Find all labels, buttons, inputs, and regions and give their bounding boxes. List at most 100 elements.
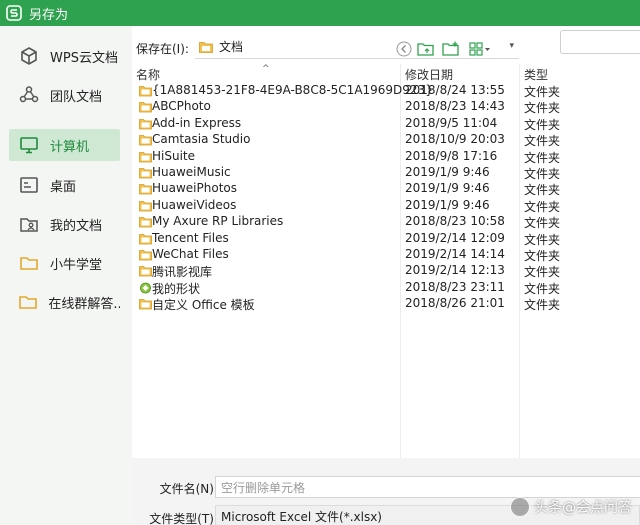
file-name: 腾讯影视库 [152,265,213,280]
file-date: 2018/8/23 10:58 [405,214,505,229]
folder-icon [139,184,152,195]
file-name: {1A881453-21F8-4E9A-B8C8-5C1A1969D923} [152,83,433,97]
file-type: 文件夹 [524,134,561,149]
table-row[interactable]: Camtasia Studio 2018/10/9 20:03 文件夹 [132,132,640,148]
filetype-label: 文件类型(T): [149,512,218,525]
file-type: 文件夹 [524,150,561,165]
sidebar-item-label: 在线群解答... [48,296,120,312]
table-row[interactable]: HuaweiPhotos 2019/1/9 9:46 文件夹 [132,181,640,197]
table-row[interactable]: {1A881453-21F8-4E9A-B8C8-5C1A1969D923} 20… [132,83,640,99]
new-folder-button[interactable] [441,40,461,58]
folder-icon [139,168,152,179]
table-row[interactable]: WeChat Files 2019/2/14 14:14 文件夹 [132,247,640,263]
file-date: 2018/8/24 13:55 [405,83,505,97]
back-arrow-icon [396,41,412,57]
sidebar-item-desktop[interactable]: 桌面 [9,169,120,201]
sidebar-item-label: 团队文档 [50,89,103,105]
table-row[interactable]: Add-in Express 2018/9/5 11:04 文件夹 [132,116,640,132]
folder-icon [139,217,152,228]
file-type: 文件夹 [524,183,561,198]
file-name: 我的形状 [152,281,201,296]
file-date: 2018/8/23 14:43 [405,99,505,114]
watermark-logo-icon [510,497,530,517]
up-folder-icon [417,43,434,56]
table-row[interactable]: ABCPhoto 2018/8/23 14:43 文件夹 [132,99,640,115]
sidebar-item-label: 我的文档 [50,218,103,234]
file-name: HuaweiVideos [152,197,237,212]
file-date: 2018/8/26 21:01 [405,296,505,311]
file-name: HuaweiPhotos [152,181,237,196]
search-input[interactable] [560,30,640,54]
file-type: 文件夹 [524,298,561,313]
sidebar-item-online-qa[interactable]: 在线群解答... [9,286,120,318]
location-text: 文档 [219,40,244,54]
column-header-name[interactable]: 名称 [136,66,160,84]
my-documents-icon [18,213,40,235]
back-button[interactable] [394,40,414,58]
sidebar-item-label: 计算机 [50,139,90,155]
file-name: ABCPhoto [152,99,211,114]
table-row[interactable]: HuaweiMusic 2019/1/9 9:46 文件夹 [132,165,640,181]
folder-icon [139,86,152,97]
sort-ascending-icon: ^ [262,64,270,74]
sidebar-item-my-documents[interactable]: 我的文档 [9,208,120,240]
file-name: 自定义 Office 模板 [152,298,255,313]
sidebar-item-wps-cloud[interactable]: WPS云文档 [9,40,120,72]
file-name: Add-in Express [152,115,242,130]
file-name: HiSuite [152,148,196,163]
file-type: 文件夹 [524,101,561,116]
column-header-type[interactable]: 类型 [524,66,548,84]
sidebar-item-computer[interactable]: 计算机 [9,129,120,161]
file-type: 文件夹 [524,167,561,181]
folder-icon [139,151,152,162]
shapes-folder-icon [140,282,151,294]
table-row[interactable]: HuaweiVideos 2019/1/9 9:46 文件夹 [132,198,640,214]
file-date: 2018/9/8 17:16 [405,148,498,163]
table-row[interactable]: My Axure RP Libraries 2018/8/23 10:58 文件夹 [132,214,640,230]
monitor-icon [18,134,40,156]
file-type: 文件夹 [524,85,561,99]
up-folder-button[interactable] [416,40,436,58]
sidebar-item-xiaoniu[interactable]: 小牛学堂 [9,247,120,279]
file-type: 文件夹 [524,232,561,247]
folder-icon [18,291,38,313]
sidebar: WPS云文档 团队文档 计算机 桌面 我的文档 小牛学堂 在线群解答... [0,26,132,525]
sidebar-item-label: 桌面 [50,179,77,195]
folder-icon [139,233,152,244]
title-bar: 另存为 [0,0,640,26]
sidebar-item-label: WPS云文档 [50,50,118,66]
table-row[interactable]: 腾讯影视库 2019/2/14 12:13 文件夹 [132,263,640,279]
table-row[interactable]: 自定义 Office 模板 2018/8/26 21:01 文件夹 [132,296,640,312]
file-date: 2019/2/14 12:09 [405,230,505,245]
table-row[interactable]: Tencent Files 2019/2/14 12:09 文件夹 [132,231,640,247]
file-type: 文件夹 [524,216,561,231]
save-in-label: 保存在(I): [136,42,189,56]
file-date: 2019/1/9 9:46 [405,181,490,196]
file-date: 2019/2/14 14:14 [405,247,505,261]
sidebar-item-team-docs[interactable]: 团队文档 [9,79,120,111]
folder-icon [139,250,152,261]
file-list: 名称 ^ 修改日期 类型 {1A881453-21F8-4E9A-B8C8-5C… [132,64,640,458]
folder-icon [139,135,152,146]
file-name: Tencent Files [152,230,229,245]
view-menu-button[interactable] [468,40,494,58]
location-toolbar: 保存在(I): 文档 ▾ [132,26,640,64]
filename-input[interactable]: 空行删除单元格 [215,476,640,498]
chevron-down-icon[interactable]: ▾ [509,41,514,51]
file-name: My Axure RP Libraries [152,214,284,229]
table-row[interactable]: HiSuite 2018/9/8 17:16 文件夹 [132,149,640,165]
cube-icon [18,45,40,67]
sidebar-item-label: 小牛学堂 [50,257,103,273]
folder-icon [18,252,40,274]
column-header-date[interactable]: 修改日期 [405,66,453,84]
desktop-icon [18,174,40,196]
table-row[interactable]: 我的形状 2018/8/23 23:11 文件夹 [132,280,640,296]
folder-icon [139,299,152,310]
new-folder-icon [442,41,459,56]
wps-logo-icon [5,4,23,22]
watermark-text: 头条@会点问答 [534,500,632,516]
file-date: 2018/10/9 20:03 [405,132,505,147]
file-date: 2019/1/9 9:46 [405,165,490,179]
file-type: 文件夹 [524,199,561,214]
grid-view-icon [469,42,490,56]
